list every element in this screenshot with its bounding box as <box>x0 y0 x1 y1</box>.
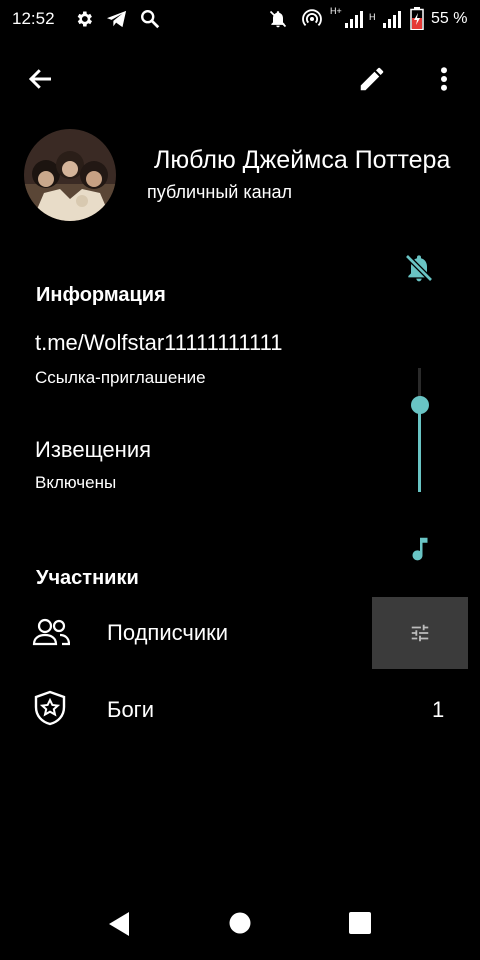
notifications-value: Включены <box>35 473 117 492</box>
tune-button[interactable] <box>372 597 468 669</box>
subscribers-label: Подписчики <box>107 620 229 645</box>
tune-icon <box>409 622 431 649</box>
network-type-label: H+ <box>330 6 342 16</box>
hotspot-icon <box>301 8 323 30</box>
info-section-title: Информация <box>36 284 166 306</box>
music-note-icon[interactable] <box>405 533 435 570</box>
members-section-title: Участники <box>36 567 139 589</box>
gear-icon <box>74 9 94 29</box>
app-bar <box>0 38 480 118</box>
channel-avatar[interactable] <box>24 129 116 221</box>
volume-slider-handle[interactable] <box>410 396 429 415</box>
channel-subtitle: публичный канал <box>147 182 293 202</box>
notifications-title: Извещения <box>35 437 152 462</box>
more-vert-icon[interactable] <box>434 64 454 99</box>
pencil-icon[interactable] <box>357 64 387 99</box>
bell-off-icon[interactable] <box>403 252 435 289</box>
signal-icon <box>344 9 364 29</box>
channel-title: Люблю Джеймса Поттера <box>154 146 451 174</box>
volume-slider-fill <box>418 405 421 492</box>
shield-star-icon <box>33 690 67 731</box>
home-circle-icon[interactable] <box>229 912 251 939</box>
battery-icon <box>410 7 424 30</box>
bell-off-icon <box>268 9 288 29</box>
invite-link: t.me/Wolfstar11111111111 <box>35 330 283 355</box>
people-icon <box>32 616 71 653</box>
back-triangle-icon[interactable] <box>107 911 131 942</box>
arrow-left-icon[interactable] <box>24 64 58 99</box>
notifications-row[interactable]: Извещения Включены <box>0 430 380 500</box>
invite-link-row[interactable]: t.me/Wolfstar11111111111 Ссылка-приглаше… <box>0 325 380 395</box>
status-time: 12:52 <box>12 9 55 28</box>
system-nav-bar <box>0 880 480 960</box>
battery-percent: 55 % <box>431 10 468 27</box>
status-bar: 12:52 H+ H 55 % <box>0 0 480 38</box>
subscribers-row[interactable]: Подписчики <box>0 600 370 666</box>
invite-link-label: Ссылка-приглашение <box>35 368 206 387</box>
recents-square-icon[interactable] <box>349 912 371 939</box>
admins-count: 1 <box>432 697 445 722</box>
signal-icon <box>382 9 402 29</box>
search-icon <box>139 8 161 30</box>
admins-label: Боги <box>107 697 154 722</box>
network-type-label: H <box>369 12 376 22</box>
telegram-icon <box>106 9 128 29</box>
admins-row[interactable]: Боги 1 <box>0 680 480 740</box>
